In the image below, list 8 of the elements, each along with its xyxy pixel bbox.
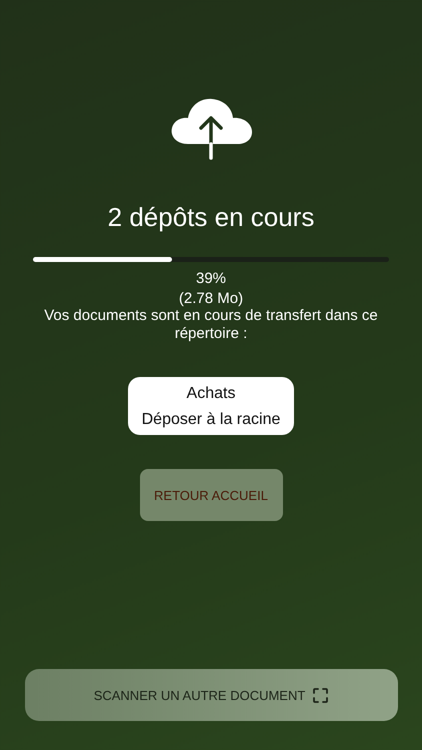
scan-frame-icon [313,688,328,702]
folder-action[interactable]: Déposer à la racine [142,411,280,429]
folder-name: Achats [186,385,236,403]
scan-button[interactable]: SCANNER UN AUTRE DOCUMENT [24,669,398,721]
transfer-message: Vos documents sont en cours de transfert dans ce répertoire : [43,307,379,343]
upload-title: 2 dépôts en cours [108,202,314,233]
progress-size: (2.78 Mo) [178,290,244,307]
progress-percent: 39% [196,270,226,287]
